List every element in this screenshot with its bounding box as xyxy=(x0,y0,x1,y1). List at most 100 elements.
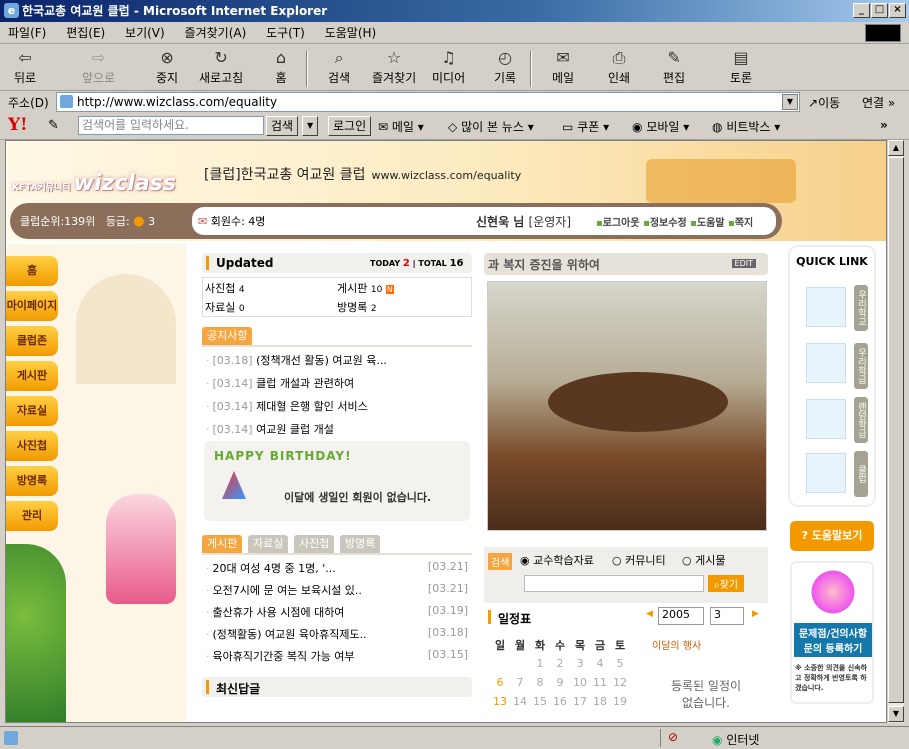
quick-link-class[interactable]: 우리학급 xyxy=(854,343,868,389)
board-item[interactable]: · 육아휴직기간중 복직 가능 여부 [03.15] xyxy=(206,648,468,664)
favorites-button[interactable]: ☆ 즐겨찾기 xyxy=(372,48,416,86)
menu-file[interactable]: 파일(F) xyxy=(0,22,54,44)
maximize-button[interactable]: □ xyxy=(871,3,888,18)
logout-link[interactable]: ▪로그아웃 xyxy=(596,218,640,229)
tab-gallery[interactable]: 사진첩 xyxy=(294,535,335,553)
nav-archive[interactable]: 자료실 xyxy=(6,396,58,426)
notice-tab[interactable]: 공지사항 xyxy=(202,327,253,345)
yahoo-search-dropdown-icon[interactable]: ▼ xyxy=(302,116,319,136)
search-option-posts[interactable]: ○ 게시물 xyxy=(682,552,725,568)
vertical-scrollbar[interactable]: ▲ ▼ xyxy=(887,140,904,723)
yahoo-login-button[interactable]: 로그인 xyxy=(328,116,372,136)
stop-button[interactable]: ⊗ 중지 xyxy=(156,48,178,86)
pumpkin-icon: ● xyxy=(133,214,145,229)
yahoo-logo-icon[interactable]: Y! xyxy=(8,115,28,135)
nav-home[interactable]: 홈 xyxy=(6,256,58,286)
updated-board[interactable]: 게시판 10 N xyxy=(337,280,394,296)
minimize-button[interactable]: _ xyxy=(853,3,870,18)
notice-item[interactable]: · [03.14] 제대혈 은행 할인 서비스 xyxy=(206,398,368,414)
history-button[interactable]: ◴ 기록 xyxy=(494,48,516,86)
events-title: 이달의 행사 xyxy=(652,641,702,652)
site-search-button[interactable]: ⌕찾기 xyxy=(708,575,745,592)
search-button[interactable]: ⌕ 검색 xyxy=(328,48,350,86)
site-search-input[interactable] xyxy=(524,575,704,592)
scroll-down-icon[interactable]: ▼ xyxy=(888,706,904,722)
menu-help[interactable]: 도움말(H) xyxy=(317,22,385,44)
month-select[interactable]: 3 xyxy=(710,607,744,625)
board-item[interactable]: · 출산휴가 사용 시점에 대하여 [03.19] xyxy=(206,604,468,620)
menu-edit[interactable]: 편집(E) xyxy=(58,22,113,44)
search-option-community[interactable]: ○ 커뮤니티 xyxy=(612,552,666,568)
board-item[interactable]: · 20대 여성 4명 중 1명, '... [03.21] xyxy=(206,560,468,576)
nav-admin[interactable]: 관리 xyxy=(6,501,58,531)
feedback-link[interactable]: 문제점/건의사항 문의 등록하기 xyxy=(794,623,872,657)
updated-gallery[interactable]: 사진첩 4 xyxy=(205,280,245,296)
paper-plane-icon[interactable] xyxy=(806,399,846,439)
address-input[interactable]: http://www.wizclass.com/equality xyxy=(56,92,800,112)
tab-guestbook[interactable]: 방명록 xyxy=(340,535,381,553)
site-logo[interactable]: KFTA커뮤니티 wizclass xyxy=(12,171,176,196)
print-button[interactable]: ⎙ 인쇄 xyxy=(608,48,630,86)
nav-guestbook[interactable]: 방명록 xyxy=(6,466,58,496)
back-button[interactable]: ⇦ 뒤로 xyxy=(14,48,36,86)
address-dropdown-icon[interactable]: ▼ xyxy=(782,94,798,110)
board-item[interactable]: · (정책활동) 여교원 육아휴직제도.. [03.18] xyxy=(206,626,468,642)
notice-item[interactable]: · [03.14] 여교원 클럽 개설 xyxy=(206,421,334,437)
close-button[interactable]: × xyxy=(889,3,906,18)
board-item[interactable]: · 오전7시에 문 여는 보육시설 있.. [03.21] xyxy=(206,582,468,598)
discuss-icon: ▤ xyxy=(733,48,749,67)
media-button[interactable]: ♫ 미디어 xyxy=(432,48,465,86)
nav-mypage[interactable]: 마이페이지 xyxy=(6,291,58,321)
classroom-icon[interactable] xyxy=(806,343,846,383)
next-month-icon[interactable]: ▶ xyxy=(752,609,759,619)
search-option-teaching[interactable]: ◉ 교수학습자료 xyxy=(520,552,594,568)
help-button[interactable]: ? 도움말보기 xyxy=(790,521,874,551)
quick-link-school[interactable]: 우리학교 xyxy=(854,285,868,331)
menu-view[interactable]: 보기(V) xyxy=(117,22,173,44)
quick-link-club[interactable]: 클럽 xyxy=(854,451,868,497)
edit-button[interactable]: EDIT xyxy=(731,259,756,268)
notice-item[interactable]: · [03.14] 클럽 개설과 관련하여 xyxy=(206,375,354,391)
yahoo-news-link[interactable]: ◇ 많이 본 뉴스 ▾ xyxy=(448,118,534,135)
prev-month-icon[interactable]: ◀ xyxy=(646,609,653,619)
updated-guestbook[interactable]: 방명록 2 xyxy=(337,299,377,315)
updated-archive[interactable]: 자료실 0 xyxy=(205,299,245,315)
edit-button[interactable]: ✎ 편집 xyxy=(663,48,685,86)
home-button[interactable]: ⌂ 홈 xyxy=(270,48,292,86)
go-button[interactable]: ↗이동 xyxy=(808,94,840,111)
notice-item[interactable]: · [03.18] (정책개선 활동) 여교원 육... xyxy=(206,352,387,368)
feedback-box: 문제점/건의사항 문의 등록하기 ※ 소중한 의견을 신속하고 정확하게 반영토… xyxy=(790,561,874,704)
yahoo-coupon-link[interactable]: ▭ 쿠폰 ▾ xyxy=(562,118,609,135)
school-icon[interactable] xyxy=(806,287,846,327)
mail-button[interactable]: ✉ 메일 xyxy=(552,48,574,86)
edit-profile-link[interactable]: ▪정보수정 xyxy=(643,218,687,229)
yahoo-more-button[interactable]: » xyxy=(880,118,888,132)
member-count: ✉ 회원수: 4명 xyxy=(198,215,266,228)
yahoo-search-button[interactable]: 검색 xyxy=(266,116,299,136)
scroll-thumb[interactable] xyxy=(888,157,904,703)
bicycle-icon[interactable] xyxy=(806,453,846,493)
yahoo-search-input[interactable]: 검색어를 입력하세요. xyxy=(78,116,264,135)
menu-tools[interactable]: 도구(T) xyxy=(258,22,313,44)
menu-favorites[interactable]: 즐겨찾기(A) xyxy=(177,22,255,44)
message-link[interactable]: ▪쪽지 xyxy=(728,218,753,229)
nav-board[interactable]: 게시판 xyxy=(6,361,58,391)
year-select[interactable]: 2005 xyxy=(658,607,704,625)
links-button[interactable]: 연결 » xyxy=(862,94,895,111)
yahoo-bitbox-link[interactable]: ◍ 비트박스 ▾ xyxy=(712,118,780,135)
tab-archive[interactable]: 자료실 xyxy=(248,535,289,553)
scroll-up-icon[interactable]: ▲ xyxy=(888,140,904,156)
yahoo-mail-link[interactable]: ✉ 메일 ▾ xyxy=(378,118,424,135)
pencil-icon[interactable]: ✎ xyxy=(48,118,59,133)
quick-link-panel: QUICK LINK 우리학교 우리학급 랜덤학급 클럽 xyxy=(788,245,876,507)
nav-gallery[interactable]: 사진첩 xyxy=(6,431,58,461)
nav-clubzone[interactable]: 클럽존 xyxy=(6,326,58,356)
help-link[interactable]: ▪도움말 xyxy=(690,218,724,229)
forward-button[interactable]: ⇨ 앞으로 xyxy=(82,48,115,86)
edit-icon: ✎ xyxy=(667,48,681,67)
yahoo-mobile-link[interactable]: ◉ 모바일 ▾ xyxy=(632,118,689,135)
tab-board[interactable]: 게시판 xyxy=(202,535,243,553)
refresh-button[interactable]: ↻ 새로고침 xyxy=(199,48,243,86)
discuss-button[interactable]: ▤ 토론 xyxy=(730,48,752,86)
quick-link-random[interactable]: 랜덤학급 xyxy=(854,397,868,443)
